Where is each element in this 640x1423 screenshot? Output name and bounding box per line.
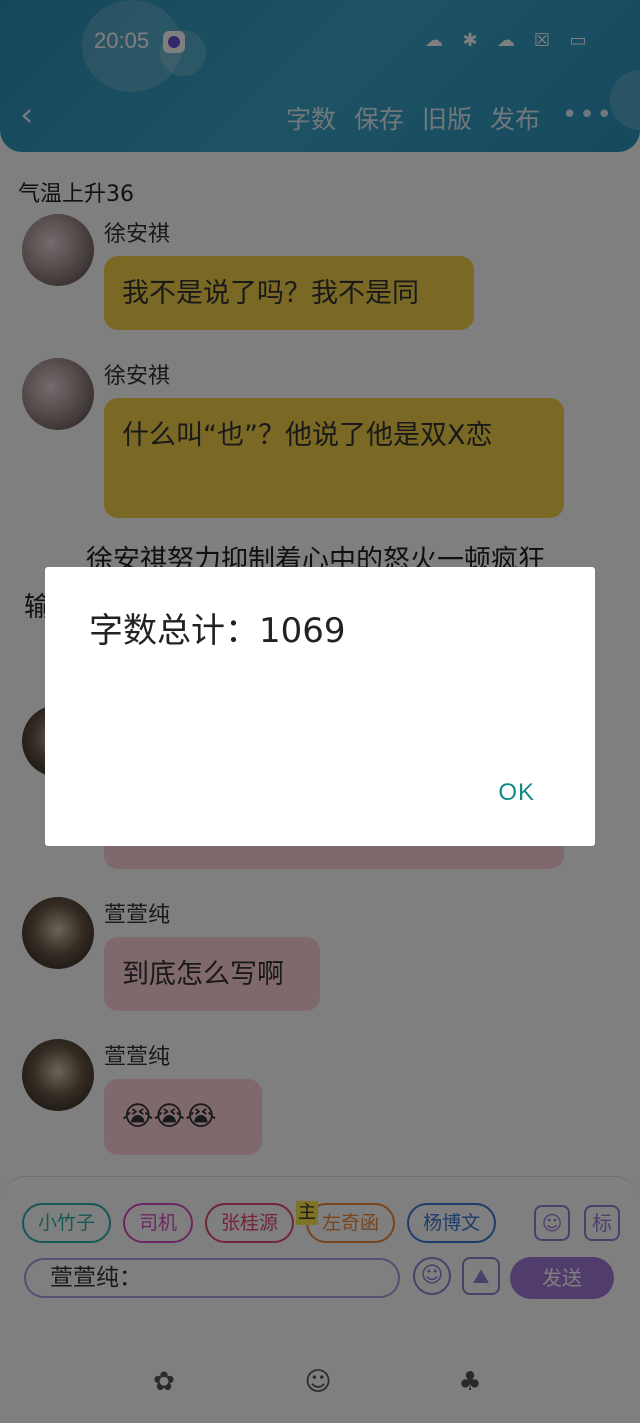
dialog-message: 字数总计：1069 <box>89 611 346 651</box>
ok-button[interactable]: OK <box>498 779 535 807</box>
word-count-dialog: 字数总计：1069 OK <box>45 567 595 846</box>
